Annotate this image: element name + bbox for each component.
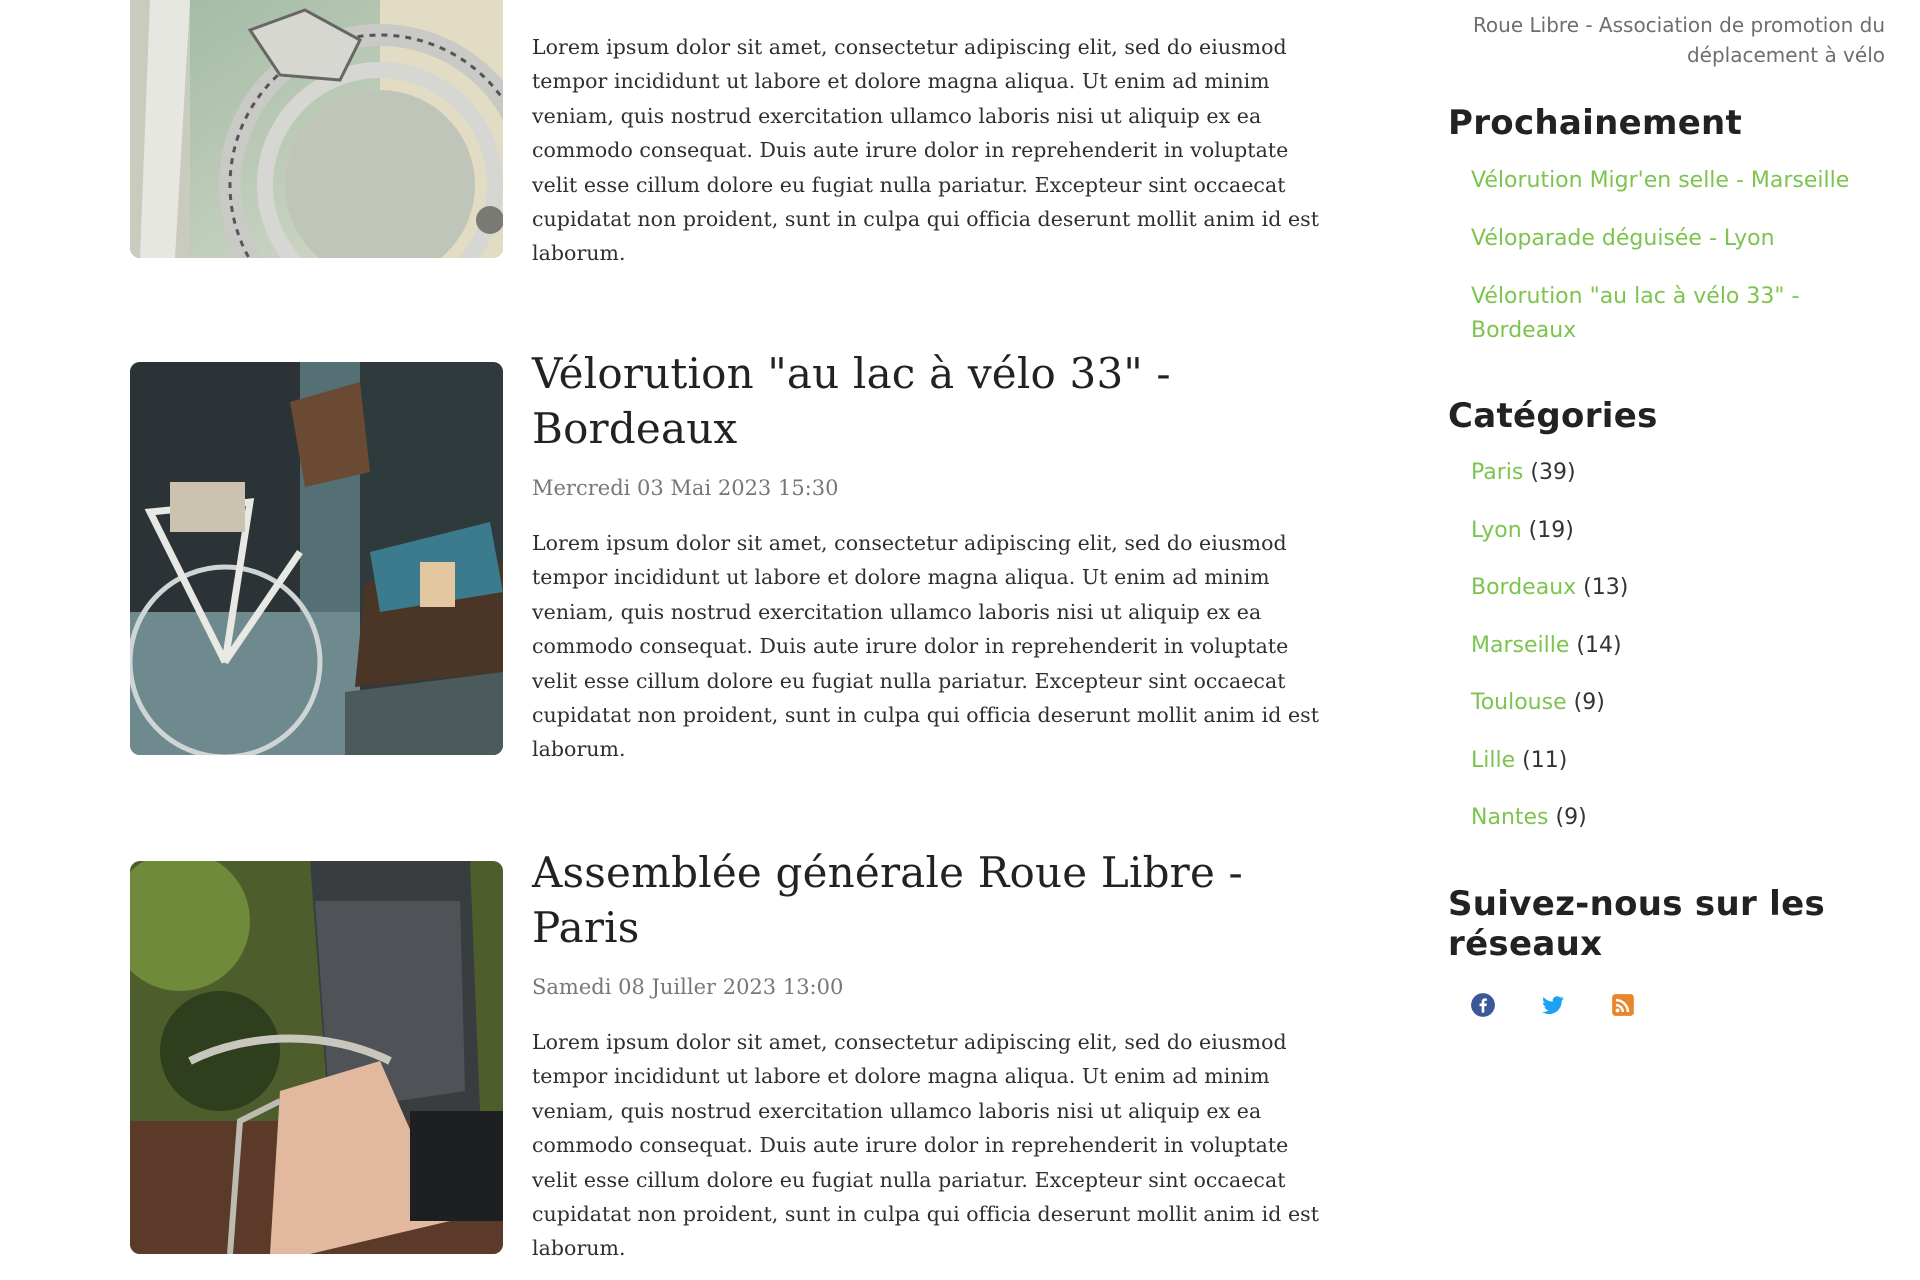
category-link-bordeaux[interactable]: Bordeaux [1471,575,1576,600]
article-excerpt: Lorem ipsum dolor sit amet, consectetur … [532,1030,1319,1261]
category-item: Lille (11) [1471,744,1891,778]
category-item: Nantes (9) [1471,801,1891,835]
category-link-marseille[interactable]: Marseille [1471,633,1569,658]
upcoming-link[interactable]: Vélorution Migr'en selle - Marseille [1471,168,1849,193]
article-title[interactable]: Vélorution "au lac à vélo 33" - Bordeaux [532,346,1292,456]
category-item: Toulouse (9) [1471,686,1891,720]
category-link-nantes[interactable]: Nantes [1471,805,1549,830]
category-item: Bordeaux (13) [1471,571,1891,605]
article-date: Mercredi 03 Mai 2023 15:30 [532,476,839,500]
category-count: (14) [1576,632,1622,658]
site-tagline: Roue Libre - Association de promotion du… [1472,13,1885,67]
social-heading: Suivez-nous sur les réseaux [1448,884,1826,964]
category-item: Paris (39) [1471,456,1891,490]
upcoming-link[interactable]: Vélorution "au lac à vélo 33" - Bordeaux [1471,284,1799,343]
upcoming-heading: Prochainement [1448,103,1743,143]
category-item: Lyon (19) [1471,514,1891,548]
rss-icon[interactable] [1610,992,1636,1018]
upcoming-link[interactable]: Véloparade déguisée - Lyon [1471,226,1775,251]
facebook-icon[interactable] [1470,992,1496,1018]
category-count: (39) [1530,460,1576,485]
article-image-shop[interactable] [130,362,503,755]
list-item: Vélorution "au lac à vélo 33" - Bordeaux [1471,280,1831,348]
category-link-lille[interactable]: Lille [1471,748,1515,773]
category-item: Marseille (14) [1471,629,1891,663]
list-item: Vélorution Migr'en selle - Marseille [1471,164,1891,198]
category-count: (9) [1573,690,1605,715]
article-excerpt: Lorem ipsum dolor sit amet, consectetur … [532,35,1319,266]
article-title[interactable]: Assemblée générale Roue Libre - Paris [532,845,1292,955]
list-item: Véloparade déguisée - Lyon [1471,222,1891,256]
article-image-rider[interactable] [130,861,503,1254]
article-image-chainring[interactable] [130,0,503,258]
category-count: (19) [1528,517,1574,543]
social-links [1470,992,1636,1018]
article-date: Samedi 08 Juiller 2023 13:00 [532,975,844,999]
category-count: (11) [1522,747,1568,773]
category-count: (9) [1555,805,1587,830]
categories-heading: Catégories [1448,396,1658,436]
article-excerpt: Lorem ipsum dolor sit amet, consectetur … [532,531,1319,762]
category-link-toulouse[interactable]: Toulouse [1471,690,1567,715]
twitter-icon[interactable] [1540,992,1566,1018]
upcoming-list: Vélorution Migr'en selle - Marseille Vél… [1471,164,1891,348]
category-link-lyon[interactable]: Lyon [1471,518,1522,543]
category-count: (13) [1583,575,1629,600]
category-link-paris[interactable]: Paris [1471,460,1523,485]
categories-list: Paris (39) Lyon (19) Bordeaux (13) Marse… [1471,456,1891,835]
